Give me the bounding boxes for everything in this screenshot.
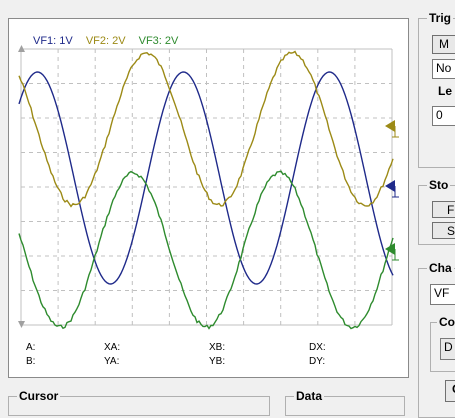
channel-bottom-button[interactable]: C xyxy=(445,380,455,402)
store-button-2[interactable]: S xyxy=(432,222,455,239)
legend-vf2: VF2: 2V xyxy=(85,35,126,47)
readout-xb: XB: xyxy=(209,342,226,353)
trigger-mode-field[interactable]: No xyxy=(432,59,455,79)
data-panel: Data xyxy=(285,389,405,416)
waveform-plot xyxy=(18,45,399,330)
trigger-mode-button[interactable]: M xyxy=(432,35,455,54)
legend-vf1: VF1: 1V xyxy=(33,35,73,47)
readout-b: B: xyxy=(26,356,36,367)
channel-legend: VF1: 1V VF2: 2V VF3: 2V xyxy=(33,35,188,47)
cursor-panel: Cursor xyxy=(8,389,270,416)
store-panel-title: Sto xyxy=(427,178,451,192)
readout-dy: DY: xyxy=(309,356,326,367)
store-button-1[interactable]: F xyxy=(432,201,455,218)
oscilloscope-display[interactable]: VF1: 1V VF2: 2V VF3: 2V A: B: XA: YA: XB… xyxy=(8,18,409,378)
trigger-level-label: Le xyxy=(438,84,453,98)
readout-xa: XA: xyxy=(104,342,121,353)
readout-ya: YA: xyxy=(104,356,120,367)
channel-select[interactable]: VF xyxy=(430,284,455,305)
readout-a: A: xyxy=(26,342,36,353)
coupling-panel-title: Co xyxy=(437,315,455,329)
trigger-level-input[interactable]: 0 xyxy=(432,106,455,126)
readout-yb: YB: xyxy=(209,356,226,367)
readout-dx: DX: xyxy=(309,342,326,353)
trigger-panel-title: Trig xyxy=(427,11,454,25)
legend-vf3: VF3: 2V xyxy=(138,35,179,47)
cursor-readout: A: B: XA: YA: XB: YB: DX: DY: xyxy=(26,342,386,372)
coupling-select[interactable]: D xyxy=(440,338,455,360)
waveforms xyxy=(18,50,394,330)
channel-panel-title: Cha xyxy=(427,261,454,275)
